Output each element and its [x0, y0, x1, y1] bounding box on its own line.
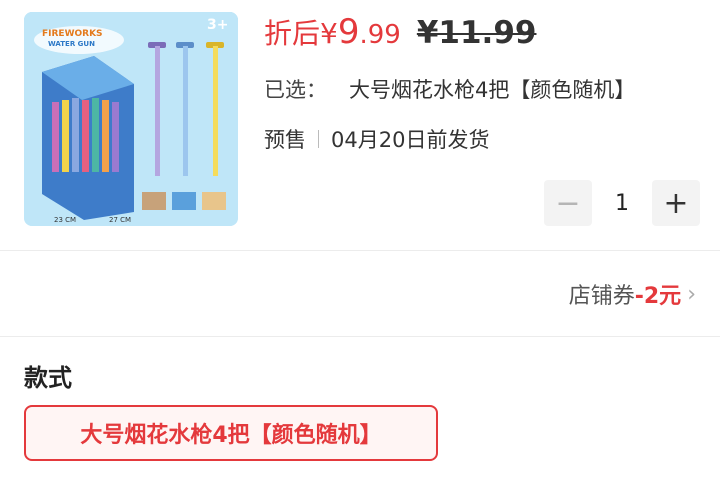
original-price: ¥11.99 [416, 15, 537, 51]
minus-icon: − [555, 185, 581, 221]
selected-value: 大号烟花水枪4把【颜色随机】 [349, 78, 636, 102]
presale-divider [318, 130, 319, 148]
plus-icon: + [663, 185, 689, 221]
price-row: 折后 ¥ 9 .99 ¥11.99 [264, 12, 536, 58]
quantity-stepper: − 1 + [544, 180, 700, 226]
presale-tag: 预售 [264, 128, 306, 152]
selected-spec-row[interactable]: 已选： 大号烟花水枪4把【颜色随机】 [264, 74, 635, 104]
price-integer: 9 [337, 12, 360, 52]
coupon-label: 店铺券 [568, 284, 635, 309]
svg-text:23 CM: 23 CM [54, 216, 76, 224]
decrease-quantity-button[interactable]: − [544, 180, 592, 226]
shipping-date: 04月20日前发货 [331, 128, 490, 152]
product-image[interactable]: FIREWORKS WATER GUN 3+ 23 CM 27 CM [24, 12, 238, 226]
style-section-title: 款式 [24, 364, 72, 392]
price-currency: ¥ [320, 17, 338, 50]
chevron-right-icon: › [687, 281, 696, 307]
svg-text:WATER GUN: WATER GUN [48, 40, 95, 48]
age-badge: 3+ [207, 17, 228, 33]
selected-label: 已选： [264, 78, 327, 102]
style-option-selected[interactable]: 大号烟花水枪4把【颜色随机】 [24, 405, 438, 461]
divider [0, 336, 720, 337]
presale-row: 预售 04月20日前发货 [264, 124, 489, 154]
price-decimal: .99 [359, 20, 401, 50]
store-coupon-row[interactable]: 店铺券 -2元 › [569, 278, 696, 310]
price-prefix: 折后 [264, 17, 321, 50]
coupon-amount: -2元 [634, 284, 682, 309]
increase-quantity-button[interactable]: + [652, 180, 700, 226]
divider [0, 250, 720, 251]
svg-text:27 CM: 27 CM [109, 216, 131, 224]
svg-text:FIREWORKS: FIREWORKS [42, 29, 103, 39]
quantity-value[interactable]: 1 [592, 191, 652, 216]
